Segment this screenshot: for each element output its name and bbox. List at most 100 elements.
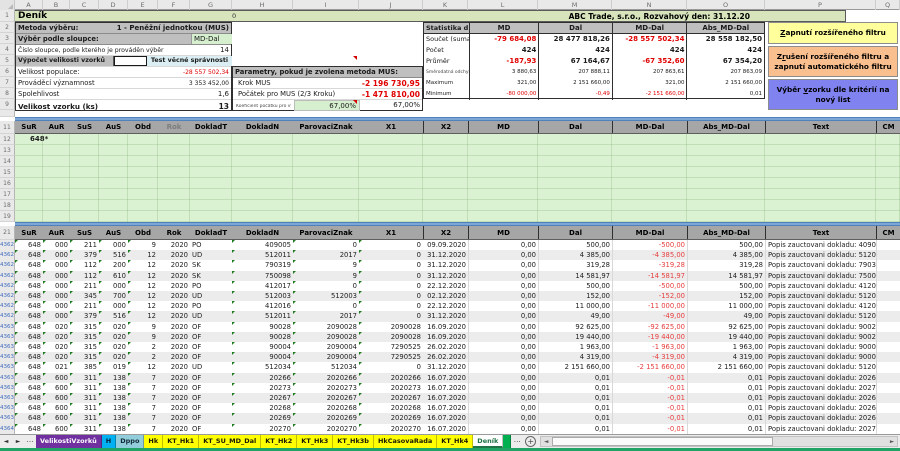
sheet-tab-HkCasovaRada[interactable]: HkCasovaRada (374, 435, 437, 448)
cell-X2[interactable]: 26.02.2020 (423, 352, 468, 362)
cell-X1[interactable]: 2020269 (359, 413, 423, 423)
cell-SuR[interactable]: 648 (15, 362, 43, 372)
cell-X2[interactable]: 16.07.2020 (423, 413, 468, 423)
stats-value[interactable]: -79 684,08 (469, 34, 539, 45)
cell-Dal[interactable]: 0,01 (538, 393, 612, 403)
cell-MD[interactable]: 0,00 (468, 393, 538, 403)
stats-value[interactable]: 2 151 660,00 (686, 78, 764, 89)
row-number-43625[interactable]: 43625 (0, 271, 15, 281)
column-header-J[interactable]: J (359, 0, 423, 10)
cell-CM[interactable] (876, 322, 900, 332)
column-header-G[interactable]: G (190, 0, 232, 10)
cell-Rok[interactable]: 2020 (158, 424, 190, 434)
cell-X1[interactable]: 2020266 (359, 373, 423, 383)
cell-AuS[interactable]: 200 (99, 260, 128, 270)
cell-Text[interactable]: Popis zauctovani dokladu: 90004 (765, 342, 876, 352)
cell-DokladT[interactable]: UD (190, 291, 232, 301)
cell-ParovaciZnak[interactable]: 2020269 (293, 413, 359, 423)
cell-SuR[interactable]: 648 (15, 342, 43, 352)
scrollbar-thumb[interactable] (552, 437, 773, 446)
cell-AuR[interactable]: 000 (43, 281, 70, 291)
col-header-Rok[interactable]: Rok (158, 121, 190, 133)
cell-CM[interactable] (876, 332, 900, 342)
cell-MDDal[interactable]: -92 625,00 (612, 322, 687, 332)
cell-Obd[interactable]: 9 (128, 240, 158, 250)
col-header-SuR[interactable]: SuR (15, 226, 43, 239)
cell-MDDal[interactable]: -0,01 (612, 413, 687, 423)
stats-value[interactable]: -80 000,00 (469, 89, 539, 100)
cell-Text[interactable]: Popis zauctovani dokladu: 790319 (765, 260, 876, 270)
cell-DokladN[interactable]: 412016 (232, 301, 293, 311)
row-number-15[interactable]: 15 (0, 167, 15, 178)
cell-ParovaciZnak[interactable]: 2090004 (293, 342, 359, 352)
cell-AuS[interactable]: 138 (99, 393, 128, 403)
stats-value[interactable]: -187,93 (469, 56, 539, 67)
cell-DokladT[interactable]: OF (190, 322, 232, 332)
cell-AuS[interactable]: 516 (99, 250, 128, 260)
col-header-X2[interactable]: X2 (423, 121, 468, 133)
cell-ParovaciZnak[interactable]: 2017 (293, 311, 359, 321)
cell-AuS[interactable]: 138 (99, 424, 128, 434)
cell-MD[interactable]: 0,00 (468, 281, 538, 291)
cell-Dal[interactable]: 152,00 (538, 291, 612, 301)
cell-X1[interactable]: 7290525 (359, 342, 423, 352)
vzorek-row[interactable]: Velikost vzorku (ks) 13 (16, 100, 231, 112)
cell-AuR[interactable]: 600 (43, 413, 70, 423)
cell-SuS[interactable]: 315 (70, 322, 99, 332)
sheet-tab-H[interactable]: H (102, 435, 116, 448)
stats-value[interactable]: 424 (538, 45, 612, 56)
cell-Rok[interactable]: 2020 (158, 383, 190, 393)
cislo-row[interactable]: Číslo sloupce, podle kterého je prováděn… (16, 45, 231, 56)
cell-MDDal[interactable]: -0,01 (612, 424, 687, 434)
cell-Text[interactable]: Popis zauctovani dokladu: 20270 (765, 424, 876, 434)
cell-MD[interactable]: 0,00 (468, 373, 538, 383)
row-number-21[interactable]: 21 (0, 226, 15, 240)
col-header-MD-Dal[interactable]: MD-Dal (612, 226, 687, 239)
cell-ParovaciZnak[interactable]: 2090028 (293, 332, 359, 342)
cell-X2[interactable]: 31.12.2020 (423, 311, 468, 321)
column-header-C[interactable]: C (70, 0, 99, 10)
cell-MDDal[interactable]: -14 581,97 (612, 271, 687, 281)
cell-Rok[interactable]: 2020 (158, 311, 190, 321)
col-header-DokladN[interactable]: DokladN (232, 121, 293, 133)
cell-Rok[interactable]: 2020 (158, 332, 190, 342)
stats-value[interactable]: 321,00 (612, 78, 687, 89)
column-header-F[interactable]: F (158, 0, 190, 10)
cell-CM[interactable] (876, 413, 900, 423)
cell-Obd[interactable]: 12 (128, 250, 158, 260)
column-header-A[interactable]: A (15, 0, 43, 10)
cell-MDDal[interactable]: -11 000,00 (612, 301, 687, 311)
cell-Abs[interactable]: 152,00 (687, 291, 765, 301)
cell-Abs[interactable]: 19 440,00 (687, 332, 765, 342)
cell-X2[interactable]: 16.07.2020 (423, 393, 468, 403)
col-header-Dal[interactable]: Dal (538, 226, 612, 239)
cell-CM[interactable] (876, 250, 900, 260)
column-header-K[interactable]: K (423, 0, 468, 10)
cell-MDDal[interactable]: -19 440,00 (612, 332, 687, 342)
cell-SuS[interactable]: 315 (70, 332, 99, 342)
cell-DokladN[interactable]: 20266 (232, 373, 293, 383)
cell-ParovaciZnak[interactable]: 2020273 (293, 383, 359, 393)
cell-MD[interactable]: 0,00 (468, 271, 538, 281)
cell-Obd[interactable]: 12 (128, 260, 158, 270)
cell-MD[interactable]: 0,00 (468, 240, 538, 250)
cell-DokladT[interactable]: PO (190, 240, 232, 250)
cell-Obd[interactable]: 7 (128, 383, 158, 393)
koeficient-value-cell[interactable]: 67,00% (294, 100, 360, 111)
cell-Abs[interactable]: 4 385,00 (687, 250, 765, 260)
cell-SuR[interactable]: 648 (15, 373, 43, 383)
row-number-7[interactable]: 7 (0, 77, 15, 88)
cell-Text[interactable]: Popis zauctovani dokladu: 512034 (765, 362, 876, 372)
cell-Obd[interactable]: 7 (128, 373, 158, 383)
cell-Abs[interactable]: 500,00 (687, 240, 765, 250)
cell-X2[interactable]: 16.07.2020 (423, 383, 468, 393)
cell-Abs[interactable]: 49,00 (687, 311, 765, 321)
cell-X1[interactable]: 0 (359, 260, 423, 270)
cell-Rok[interactable]: 2020 (158, 403, 190, 413)
scrollbar-left-icon[interactable]: ◄ (541, 437, 551, 446)
col-header-MD[interactable]: MD (468, 226, 538, 239)
cell-DokladN[interactable]: 90004 (232, 342, 293, 352)
cell-Text[interactable]: Popis zauctovani dokladu: 20267 (765, 393, 876, 403)
cell-SuS[interactable]: 315 (70, 352, 99, 362)
row-number-12[interactable]: 12 (0, 134, 15, 145)
